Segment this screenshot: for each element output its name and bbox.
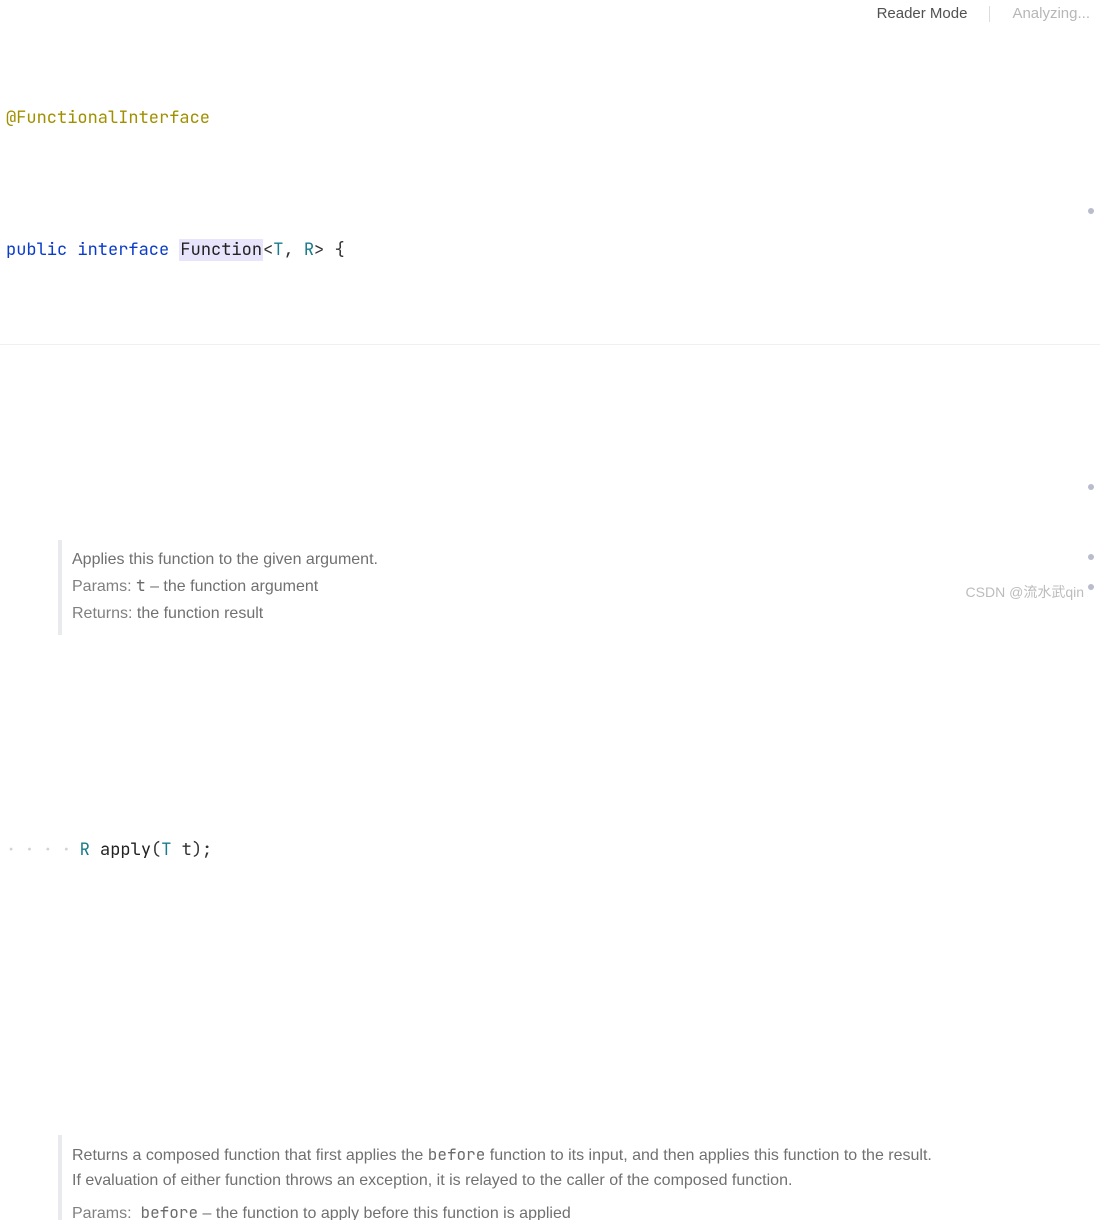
top-actions: Reader Mode Analyzing... (877, 5, 1090, 22)
annotation-token: @FunctionalInterface (6, 107, 210, 129)
indent-guide: · · · · (6, 839, 80, 861)
reader-mode-button[interactable]: Reader Mode (877, 5, 968, 22)
code-editor[interactable]: @FunctionalInterface public interface Fu… (0, 0, 1100, 1220)
gutter-marker[interactable] (1088, 554, 1094, 560)
javadoc-apply: Applies this function to the given argum… (58, 540, 948, 635)
doc-desc: Returns a composed function that first a… (72, 1143, 936, 1194)
divider (989, 6, 990, 22)
apply-signature: · · · · R apply(T t); (0, 837, 1100, 863)
interface-declaration: public interface Function<T, R> { (0, 237, 1100, 263)
kw-public: public (6, 239, 67, 261)
watermark: CSDN @流水武qin (966, 582, 1084, 602)
gutter-marker[interactable] (1088, 484, 1094, 490)
annotation-line: @FunctionalInterface (0, 105, 1100, 131)
javadoc-compose: Returns a composed function that first a… (58, 1135, 948, 1220)
method-apply: apply (100, 839, 151, 861)
gutter-marker[interactable] (1088, 208, 1094, 214)
kw-interface: interface (77, 239, 169, 261)
fold-separator (0, 344, 1100, 345)
doc-params: Params: before – the function to apply b… (72, 1201, 936, 1220)
analyzing-status: Analyzing... (1012, 5, 1090, 22)
doc-desc: Applies this function to the given argum… (72, 548, 936, 573)
doc-returns: Returns: the function result (72, 602, 936, 627)
gutter-marker[interactable] (1088, 584, 1094, 590)
class-name-function: Function (179, 239, 263, 261)
doc-params: Params: t – the function argument (72, 574, 936, 600)
